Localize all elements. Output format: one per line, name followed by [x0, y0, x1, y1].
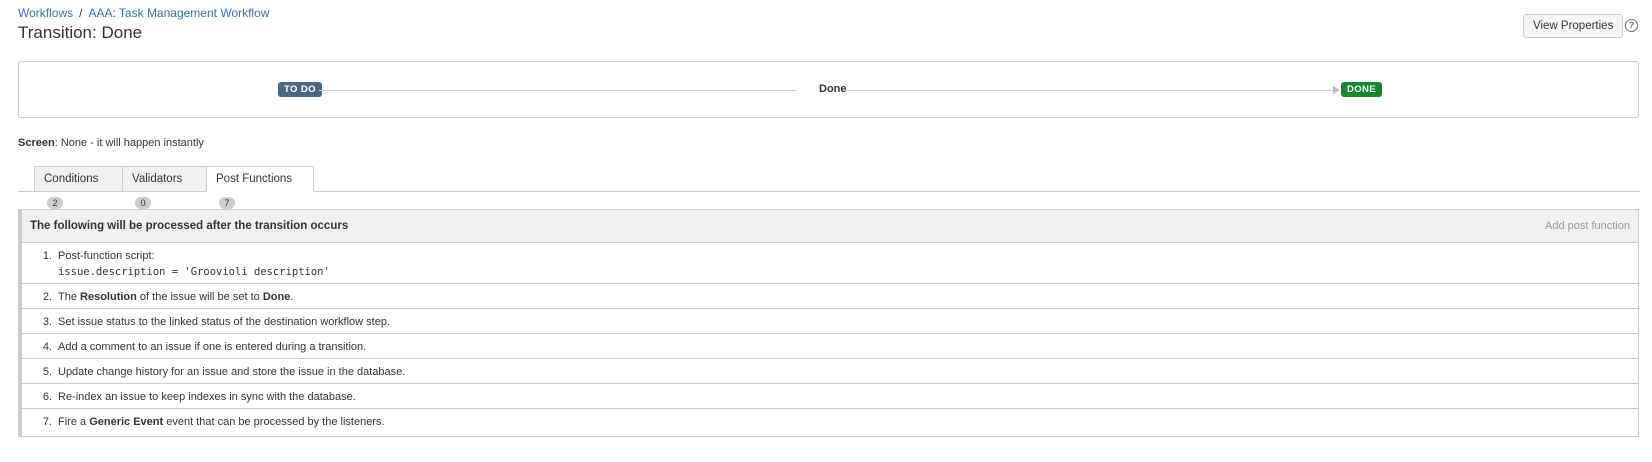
list-item[interactable]: 6. Re-index an issue to keep indexes in … — [22, 384, 1638, 409]
screen-label: Screen — [18, 137, 55, 149]
view-properties-button[interactable]: View Properties — [1523, 14, 1624, 38]
item-number: 3. — [42, 316, 52, 328]
panel-title: The following will be processed after th… — [30, 220, 349, 232]
tab-validators-label: Validators — [132, 173, 183, 185]
add-post-function-link[interactable]: Add post function — [1545, 220, 1630, 232]
tab-post-functions[interactable]: Post Functions 7 — [206, 166, 314, 209]
item-text-bold: Done — [262, 291, 291, 303]
list-item[interactable]: 1. Post-function script: issue.descripti… — [22, 243, 1638, 284]
item-number: 4. — [42, 341, 52, 353]
page-title: Transition: Done — [18, 23, 143, 42]
item-number: 1. — [42, 250, 52, 262]
tab-validators-count: 0 — [135, 197, 151, 209]
item-text: Fire a Generic Event event that can be p… — [58, 416, 385, 428]
list-item[interactable]: 4. Add a comment to an issue if one is e… — [22, 334, 1638, 359]
help-icon[interactable]: ? — [1625, 19, 1638, 32]
item-text: The Resolution of the issue will be set … — [58, 291, 293, 303]
breadcrumb-workflows-link[interactable]: Workflows — [18, 6, 73, 20]
item-text: Add a comment to an issue if one is ente… — [58, 341, 367, 353]
item-text-part: Fire a — [58, 416, 90, 428]
item-text: Re-index an issue to keep indexes in syn… — [58, 391, 356, 403]
item-text-part: . — [290, 291, 294, 303]
list-item[interactable]: 3. Set issue status to the linked status… — [22, 309, 1638, 334]
tab-post-functions-count: 7 — [219, 197, 235, 209]
transition-label: Done — [816, 83, 850, 95]
from-status-lozenge: TO DO — [278, 82, 322, 97]
tab-conditions-count: 2 — [47, 197, 63, 209]
tab-conditions[interactable]: Conditions 2 — [34, 166, 123, 209]
item-text: Update change history for an issue and s… — [58, 366, 406, 378]
item-number: 5. — [42, 366, 52, 378]
screen-value: : None - it will happen instantly — [54, 137, 204, 149]
item-text: Post-function script: — [58, 250, 155, 262]
tab-conditions-label: Conditions — [44, 173, 99, 185]
post-function-list: 1. Post-function script: issue.descripti… — [22, 243, 1638, 434]
tab-post-functions-label: Post Functions — [216, 173, 293, 185]
tab-validators[interactable]: Validators 0 — [122, 166, 207, 209]
list-item[interactable]: 7. Fire a Generic Event event that can b… — [22, 409, 1638, 434]
item-text-bold: Generic Event — [89, 416, 164, 428]
item-text-part: The — [58, 291, 81, 303]
item-text-part: of the issue will be set to — [136, 291, 263, 303]
item-number: 6. — [42, 391, 52, 403]
screen-info: Screen: None - it will happen instantly — [18, 137, 204, 149]
item-text-part: event that can be processed by the liste… — [163, 416, 385, 428]
transition-diagram: TO DO Done DONE — [18, 61, 1639, 118]
breadcrumb: Workflows / AAA: Task Management Workflow — [18, 6, 269, 20]
transition-line-left — [319, 90, 796, 91]
item-text-bold: Resolution — [80, 291, 137, 303]
transition-line-right — [846, 90, 1335, 91]
list-item[interactable]: 2. The Resolution of the issue will be s… — [22, 284, 1638, 309]
list-item[interactable]: 5. Update change history for an issue an… — [22, 359, 1638, 384]
arrow-head-icon — [1333, 86, 1340, 94]
item-text: Set issue status to the linked status of… — [58, 316, 391, 328]
panel-header: The following will be processed after th… — [22, 210, 1638, 243]
item-code: issue.description = 'Groovioli descripti… — [58, 266, 330, 278]
breadcrumb-separator: / — [79, 6, 83, 20]
to-status-lozenge: DONE — [1341, 82, 1383, 97]
item-number: 2. — [42, 291, 52, 303]
breadcrumb-workflow-link[interactable]: AAA: Task Management Workflow — [88, 6, 269, 20]
post-functions-panel: The following will be processed after th… — [18, 209, 1639, 437]
item-number: 7. — [42, 416, 52, 428]
